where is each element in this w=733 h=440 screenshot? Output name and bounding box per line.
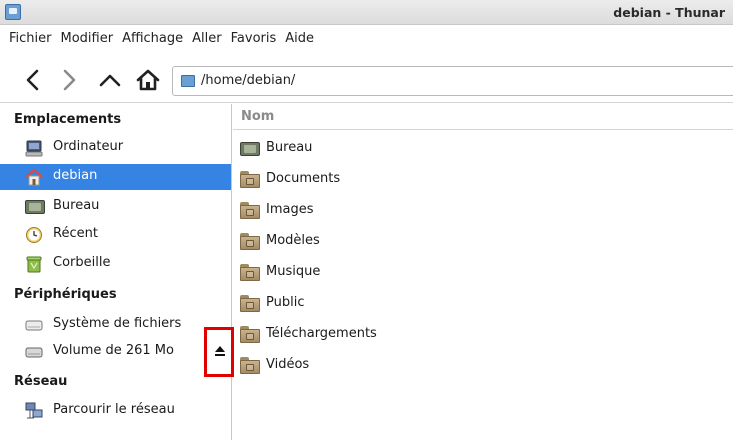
forward-button[interactable] <box>56 66 82 94</box>
folder-public-icon <box>240 295 260 312</box>
desktop-icon <box>25 198 45 216</box>
arrow-up-icon <box>99 74 121 87</box>
menu-aide[interactable]: Aide <box>285 31 314 53</box>
thunar-window-icon[interactable] <box>5 4 21 20</box>
folder-music-icon <box>240 264 260 281</box>
chevron-right-icon <box>63 69 76 91</box>
file-name: Modèles <box>266 233 320 248</box>
column-header-name[interactable]: Nom <box>233 104 733 130</box>
menu-bar: Fichier Modifier Affichage Aller Favoris… <box>0 31 733 53</box>
title-bar[interactable]: debian - Thunar <box>0 0 733 25</box>
folder-templates-icon <box>240 233 260 250</box>
chevron-left-icon <box>26 69 39 91</box>
sidebar-item-recent[interactable]: Récent <box>0 222 231 248</box>
section-peripheriques: Périphériques <box>14 287 117 302</box>
menu-favoris[interactable]: Favoris <box>231 31 277 53</box>
desktop-icon <box>240 140 260 157</box>
file-name: Téléchargements <box>266 326 377 341</box>
menu-modifier[interactable]: Modifier <box>61 31 114 53</box>
sidebar-item-label: Ordinateur <box>53 139 124 154</box>
home-button[interactable] <box>135 66 161 94</box>
menu-affichage[interactable]: Affichage <box>122 31 183 53</box>
file-row-documents[interactable]: Documents <box>233 166 733 192</box>
menu-aller[interactable]: Aller <box>192 31 221 53</box>
sidebar-item-label: Système de fichiers <box>53 316 182 331</box>
location-path[interactable]: /home/debian/ <box>201 73 295 88</box>
eject-icon <box>215 346 225 356</box>
sidebar-item-parcourir-le-reseau[interactable]: Parcourir le réseau <box>0 398 231 424</box>
sidebar-item-label: Corbeille <box>53 255 111 270</box>
sidebar-item-label: Volume de 261 Mo <box>53 343 174 358</box>
sidebar-item-ordinateur[interactable]: Ordinateur <box>0 135 231 161</box>
sidebar-item-debian[interactable]: debian <box>0 164 231 190</box>
file-row-modeles[interactable]: Modèles <box>233 228 733 254</box>
file-list: Nom Bureau Documents Images Modèles Musi… <box>233 104 733 440</box>
menu-fichier[interactable]: Fichier <box>9 31 52 53</box>
up-button[interactable] <box>97 66 123 94</box>
volume-drive-icon <box>25 347 43 358</box>
sidebar-item-systeme-de-fichiers[interactable]: Système de fichiers <box>0 312 231 338</box>
file-row-bureau[interactable]: Bureau <box>233 135 733 161</box>
file-name: Documents <box>266 171 341 186</box>
file-name: Images <box>266 202 314 217</box>
home-folder-icon <box>25 168 43 186</box>
sidebar-item-label: debian <box>53 168 98 183</box>
network-icon <box>25 402 43 419</box>
folder-videos-icon <box>240 357 260 374</box>
section-reseau: Réseau <box>14 374 68 389</box>
file-row-public[interactable]: Public <box>233 290 733 316</box>
trash-icon <box>26 256 42 273</box>
eject-button[interactable] <box>204 327 234 377</box>
file-row-images[interactable]: Images <box>233 197 733 223</box>
back-button[interactable] <box>20 66 46 94</box>
window-title: debian - Thunar <box>613 5 725 20</box>
folder-documents-icon <box>240 171 260 188</box>
column-header-label: Nom <box>241 109 275 124</box>
file-name: Musique <box>266 264 321 279</box>
file-name: Bureau <box>266 140 313 155</box>
file-name: Public <box>266 295 305 310</box>
recent-clock-icon <box>26 227 42 243</box>
file-row-telechargements[interactable]: Téléchargements <box>233 321 733 347</box>
sidebar-item-corbeille[interactable]: Corbeille <box>0 251 231 277</box>
location-bar[interactable]: /home/debian/ <box>172 66 733 96</box>
sidebar: Emplacements Ordinateur debian Bureau Ré… <box>0 104 232 440</box>
home-icon <box>136 69 160 91</box>
sidebar-item-label: Bureau <box>53 198 100 213</box>
computer-icon <box>25 140 43 157</box>
sidebar-item-bureau[interactable]: Bureau <box>0 194 231 220</box>
location-toolbar: /home/debian/ <box>0 59 733 103</box>
drive-icon <box>25 320 43 331</box>
folder-icon <box>181 75 195 87</box>
section-emplacements: Emplacements <box>14 112 122 127</box>
folder-downloads-icon <box>240 326 260 343</box>
folder-images-icon <box>240 202 260 219</box>
file-row-musique[interactable]: Musique <box>233 259 733 285</box>
sidebar-item-volume[interactable]: Volume de 261 Mo <box>0 339 231 365</box>
sidebar-item-label: Récent <box>53 226 98 241</box>
file-row-videos[interactable]: Vidéos <box>233 352 733 378</box>
file-name: Vidéos <box>266 357 310 372</box>
sidebar-item-label: Parcourir le réseau <box>53 402 175 417</box>
